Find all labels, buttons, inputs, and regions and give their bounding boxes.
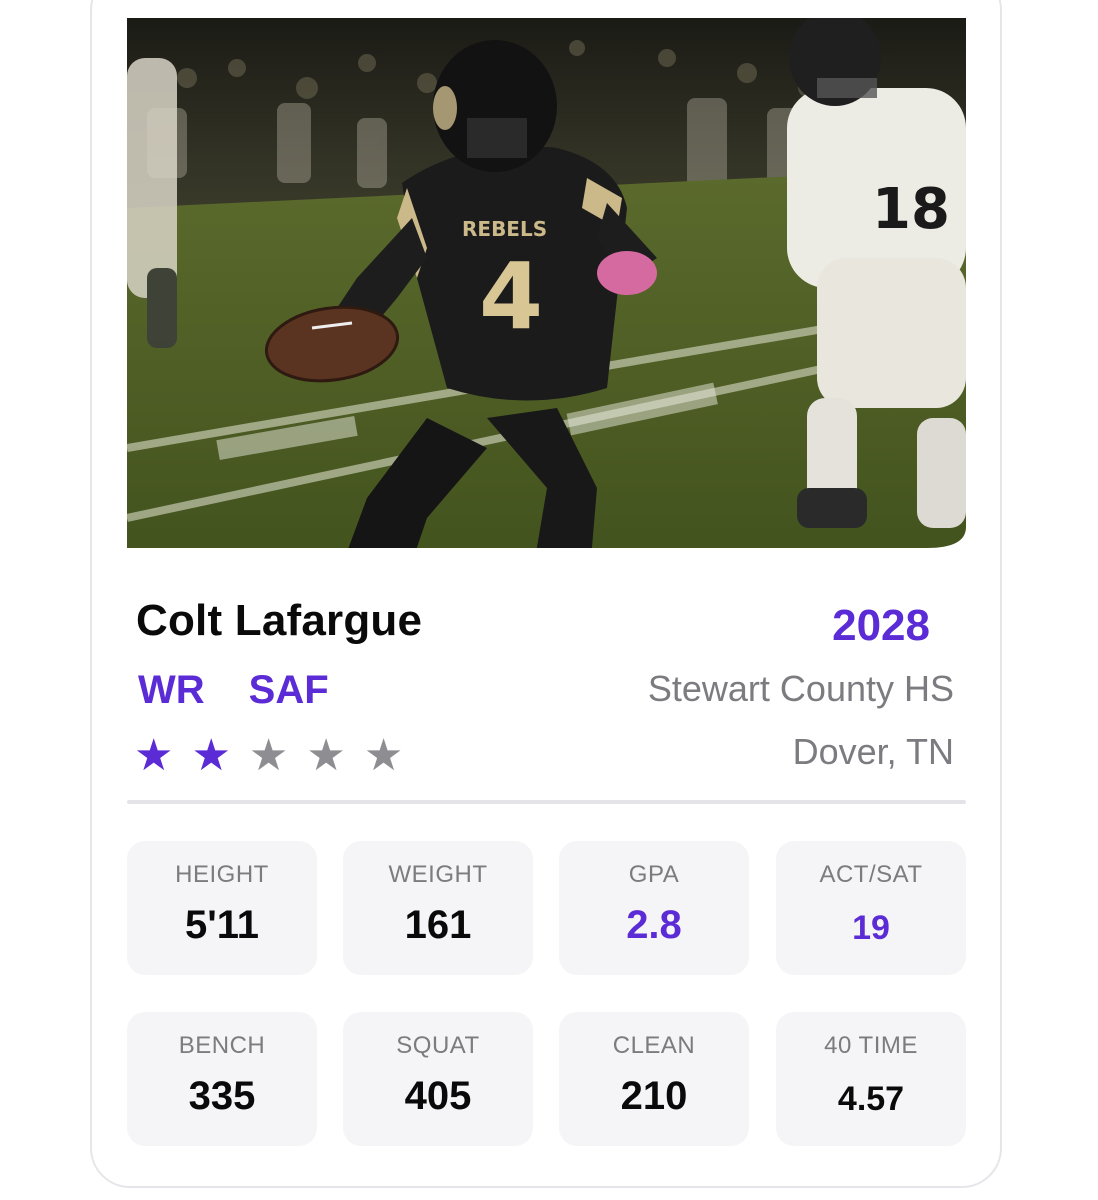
stat-40-time: 40 TIME 4.57 <box>776 1012 966 1146</box>
stat-value: 19 <box>852 909 890 947</box>
stat-value: 161 <box>404 903 472 947</box>
stat-clean: CLEAN 210 <box>559 1012 749 1146</box>
stat-bench: BENCH 335 <box>127 1012 317 1146</box>
stat-gpa: GPA 2.8 <box>559 841 749 975</box>
class-year: 2028 <box>832 601 930 650</box>
opponent-jersey-number: 18 <box>872 177 950 242</box>
stat-value: 210 <box>620 1074 688 1118</box>
stat-label: CLEAN <box>612 1032 696 1059</box>
star-empty-icon: ★ <box>363 731 404 780</box>
stat-label: ACT/SAT <box>819 861 923 888</box>
stat-label: BENCH <box>178 1032 266 1059</box>
stat-height: HEIGHT 5'11 <box>127 841 317 975</box>
player-name: Colt Lafargue <box>136 596 423 645</box>
position-saf: SAF <box>248 668 329 712</box>
stat-squat: SQUAT 405 <box>343 1012 533 1146</box>
stat-value: 4.57 <box>837 1080 905 1118</box>
star-empty-icon: ★ <box>306 731 346 780</box>
stat-label: SQUAT <box>396 1032 480 1059</box>
stat-value: 405 <box>404 1074 472 1118</box>
star-empty-icon: ★ <box>248 731 289 780</box>
stat-label: HEIGHT <box>175 861 269 888</box>
jersey-number: 4 <box>479 243 543 350</box>
stat-value: 5'11 <box>184 903 260 947</box>
divider <box>127 800 966 804</box>
player-photo-image: 18 REBELS 4 <box>127 18 966 606</box>
stat-value: 2.8 <box>626 903 682 947</box>
star-filled-icon: ★ <box>134 731 174 780</box>
school-name: Stewart County HS <box>647 668 954 709</box>
position-wr: WR <box>138 668 205 712</box>
stat-label: 40 TIME <box>824 1032 918 1059</box>
stat-label: WEIGHT <box>388 861 488 888</box>
stat-act-sat: ACT/SAT 19 <box>776 841 966 975</box>
position-list: WR SAF <box>138 668 329 713</box>
school-location: Dover, TN <box>792 731 954 772</box>
stat-value: 335 <box>188 1074 256 1118</box>
jersey-team-text: REBELS <box>462 217 547 241</box>
star-filled-icon: ★ <box>191 731 231 780</box>
stat-label: GPA <box>628 861 680 888</box>
star-rating: ★ ★ ★ ★ ★ <box>134 730 403 782</box>
stat-weight: WEIGHT 161 <box>343 841 533 975</box>
player-photo: 18 REBELS 4 <box>127 18 966 606</box>
